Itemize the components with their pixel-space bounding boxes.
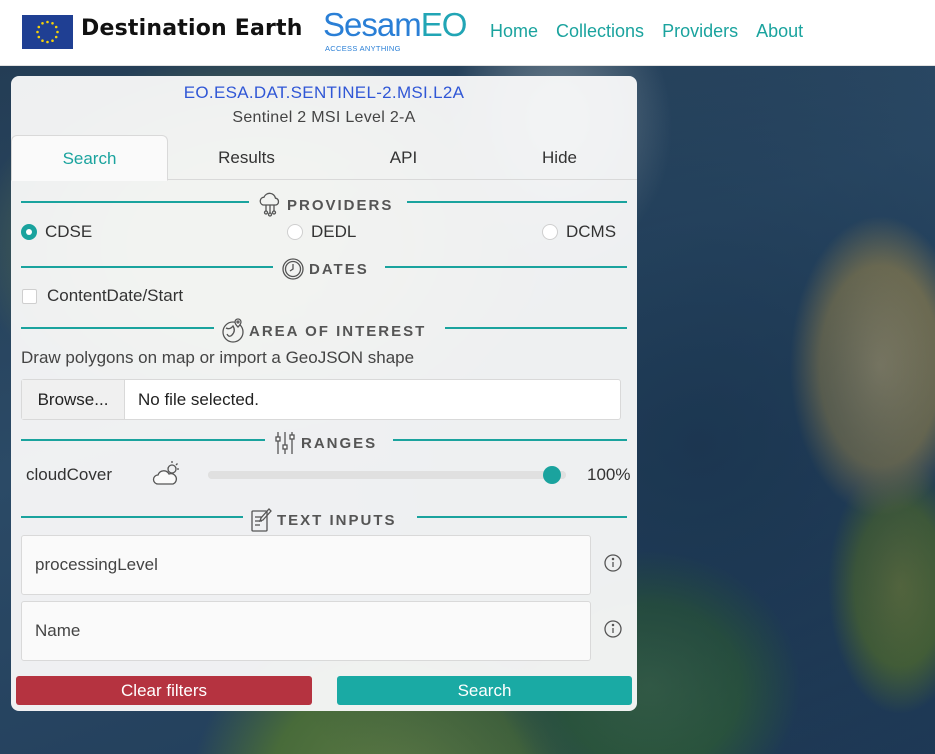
tab-results[interactable]: Results bbox=[168, 135, 325, 180]
section-aoi-title: AREA OF INTEREST bbox=[249, 322, 427, 340]
cloud-cover-range: cloudCover 100% bbox=[26, 460, 632, 490]
name-input[interactable] bbox=[22, 602, 590, 660]
checkbox-box[interactable] bbox=[22, 288, 37, 304]
search-button[interactable]: Search bbox=[337, 676, 632, 705]
notepad-icon bbox=[249, 507, 273, 533]
checkbox-label: ContentDate/Start bbox=[47, 286, 184, 305]
section-ranges-title: RANGES bbox=[301, 434, 378, 452]
geojson-file-input[interactable]: Browse... No file selected. bbox=[21, 379, 621, 420]
cloud-sun-icon bbox=[152, 460, 182, 492]
section-providers: PROVIDERS bbox=[21, 190, 627, 217]
section-dates: DATES bbox=[21, 255, 627, 281]
range-value: 100% bbox=[587, 465, 631, 484]
section-providers-title: PROVIDERS bbox=[287, 196, 394, 214]
tab-bar: Search Results API Hide bbox=[11, 135, 637, 181]
eu-flag-logo bbox=[22, 15, 73, 49]
processing-level-input[interactable] bbox=[22, 536, 590, 594]
section-aoi: AREA OF INTEREST bbox=[21, 316, 627, 343]
search-panel: EO.ESA.DAT.SENTINEL-2.MSI.L2A Sentinel 2… bbox=[11, 76, 637, 711]
nav-about[interactable]: About bbox=[756, 21, 803, 42]
globe-pin-icon bbox=[221, 318, 245, 344]
content-date-checkbox[interactable]: ContentDate/Start bbox=[22, 286, 183, 306]
logo-accent-text: EO bbox=[420, 6, 468, 43]
main-nav: Home Collections Providers About bbox=[490, 21, 803, 42]
top-bar: Destination Earth SesamEO ACCESS ANYTHIN… bbox=[0, 0, 935, 66]
tab-hide[interactable]: Hide bbox=[482, 135, 637, 180]
nav-home[interactable]: Home bbox=[490, 21, 538, 42]
radio-dot-selected[interactable] bbox=[21, 224, 37, 240]
range-fill bbox=[208, 471, 566, 479]
radio-dot[interactable] bbox=[287, 224, 303, 240]
collection-title: Sentinel 2 MSI Level 2-A bbox=[232, 109, 416, 126]
processing-level-field[interactable] bbox=[21, 535, 591, 595]
radio-dedl[interactable]: DEDL bbox=[287, 222, 356, 242]
browse-button[interactable]: Browse... bbox=[22, 380, 125, 419]
tab-api[interactable]: API bbox=[325, 135, 482, 180]
brand-title[interactable]: Destination Earth bbox=[81, 16, 303, 41]
radio-dcms[interactable]: DCMS bbox=[542, 222, 616, 242]
info-icon[interactable] bbox=[603, 619, 623, 643]
section-dates-title: DATES bbox=[309, 260, 369, 278]
range-track[interactable] bbox=[208, 471, 566, 479]
section-ranges: RANGES bbox=[21, 428, 627, 454]
range-thumb[interactable] bbox=[543, 466, 561, 484]
file-status: No file selected. bbox=[138, 390, 259, 409]
nav-providers[interactable]: Providers bbox=[662, 21, 738, 42]
aoi-hint: Draw polygons on map or import a GeoJSON… bbox=[21, 348, 415, 367]
sliders-icon bbox=[273, 430, 297, 456]
section-text-inputs-title: TEXT INPUTS bbox=[277, 511, 397, 529]
range-label: cloudCover bbox=[26, 465, 112, 484]
clear-filters-button[interactable]: Clear filters bbox=[16, 676, 312, 705]
logo-main-text: Sesam bbox=[323, 6, 422, 43]
tab-search[interactable]: Search bbox=[11, 135, 168, 181]
logo-tagline: ACCESS ANYTHING bbox=[325, 44, 401, 53]
radio-dot[interactable] bbox=[542, 224, 558, 240]
clock-icon bbox=[281, 257, 305, 281]
section-text-inputs: TEXT INPUTS bbox=[21, 505, 627, 532]
cloud-network-icon bbox=[257, 192, 283, 218]
name-field[interactable] bbox=[21, 601, 591, 661]
sesameo-logo[interactable]: SesamEO ACCESS ANYTHING bbox=[323, 6, 468, 56]
info-icon[interactable] bbox=[603, 553, 623, 577]
radio-cdse[interactable]: CDSE bbox=[21, 222, 92, 242]
provider-radio-group: CDSE DEDL DCMS bbox=[21, 222, 627, 244]
nav-collections[interactable]: Collections bbox=[556, 21, 644, 42]
collection-id: EO.ESA.DAT.SENTINEL-2.MSI.L2A bbox=[183, 83, 465, 102]
